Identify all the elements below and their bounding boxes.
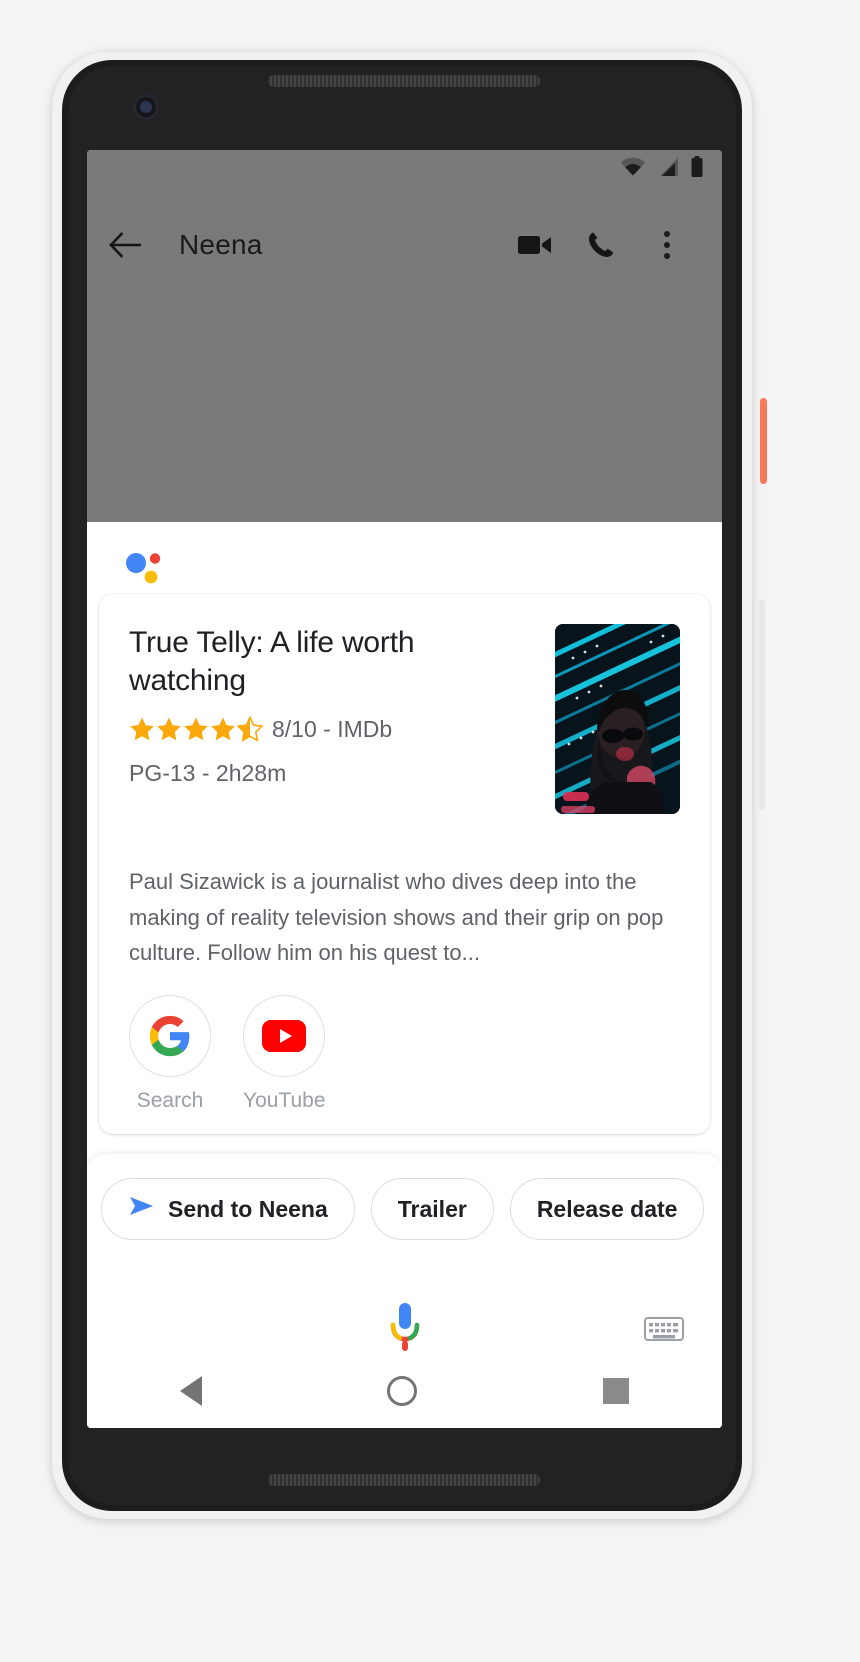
wifi-icon <box>620 157 646 182</box>
chip-release-date[interactable]: Release date <box>509 1178 705 1240</box>
front-camera-icon <box>133 94 159 120</box>
action-youtube[interactable]: YouTube <box>243 994 326 1113</box>
action-label: Search <box>136 1088 204 1112</box>
earpiece-speaker <box>268 75 540 87</box>
chip-label: Release date <box>536 1195 678 1222</box>
more-vertical-icon[interactable] <box>634 231 700 259</box>
send-icon <box>128 1195 156 1223</box>
video-camera-icon[interactable] <box>502 232 568 258</box>
power-button[interactable] <box>760 398 767 484</box>
nav-back-triangle-icon[interactable] <box>179 1376 202 1406</box>
movie-description: Paul Sizawick is a journalist who dives … <box>129 869 664 966</box>
chip-label: Trailer <box>397 1195 467 1222</box>
status-bar <box>87 150 722 188</box>
nav-home-circle-icon[interactable] <box>387 1376 418 1406</box>
microphone-icon[interactable] <box>385 1301 425 1360</box>
bottom-speaker <box>268 1474 540 1486</box>
google-assistant-icon <box>125 549 165 589</box>
imdb-rating-text: 8/10 - IMDb <box>272 715 393 742</box>
app-bar: Neena <box>87 205 722 285</box>
assistant-sheet: True Telly: A life worth watching 8/10 -… <box>87 522 722 1428</box>
phone-icon[interactable] <box>568 230 634 260</box>
volume-button[interactable] <box>759 600 765 810</box>
action-search[interactable]: Search <box>129 994 211 1113</box>
rating-row: 8/10 - IMDb <box>129 716 541 743</box>
chip-send-to-neena[interactable]: Send to Neena <box>101 1178 355 1240</box>
phone-screen: Neena True Telly: A life worth watching … <box>87 150 722 1428</box>
movie-meta-text: PG-13 - 2h28m <box>129 759 287 786</box>
chip-trailer[interactable]: Trailer <box>370 1178 494 1240</box>
suggestion-chips: Send to Neena Trailer Release date <box>87 1154 722 1240</box>
half-star-icon <box>237 716 263 743</box>
conversation-title: Neena <box>179 229 263 260</box>
back-arrow-icon[interactable] <box>109 232 155 258</box>
background-app: Neena <box>87 150 722 522</box>
movie-title: True Telly: A life worth watching <box>129 626 415 698</box>
assistant-input-bar: Send to Neena Trailer Release date <box>87 1154 722 1428</box>
star-rating <box>129 716 263 743</box>
screenshot-root: Neena True Telly: A life worth watching … <box>0 0 860 1662</box>
battery-full-icon <box>690 155 704 183</box>
action-label: YouTube <box>243 1088 326 1112</box>
movie-poster[interactable] <box>555 624 680 814</box>
keyboard-icon[interactable] <box>644 1314 684 1349</box>
card-actions: Search YouTube <box>99 971 710 1113</box>
nav-recents-square-icon[interactable] <box>603 1378 630 1404</box>
android-navigation-bar <box>87 1354 722 1428</box>
cellular-signal-icon <box>656 157 680 182</box>
google-g-icon <box>129 994 211 1077</box>
youtube-icon <box>243 994 325 1077</box>
chip-label: Send to Neena <box>168 1195 328 1222</box>
movie-info-card[interactable]: True Telly: A life worth watching 8/10 -… <box>99 594 710 1134</box>
